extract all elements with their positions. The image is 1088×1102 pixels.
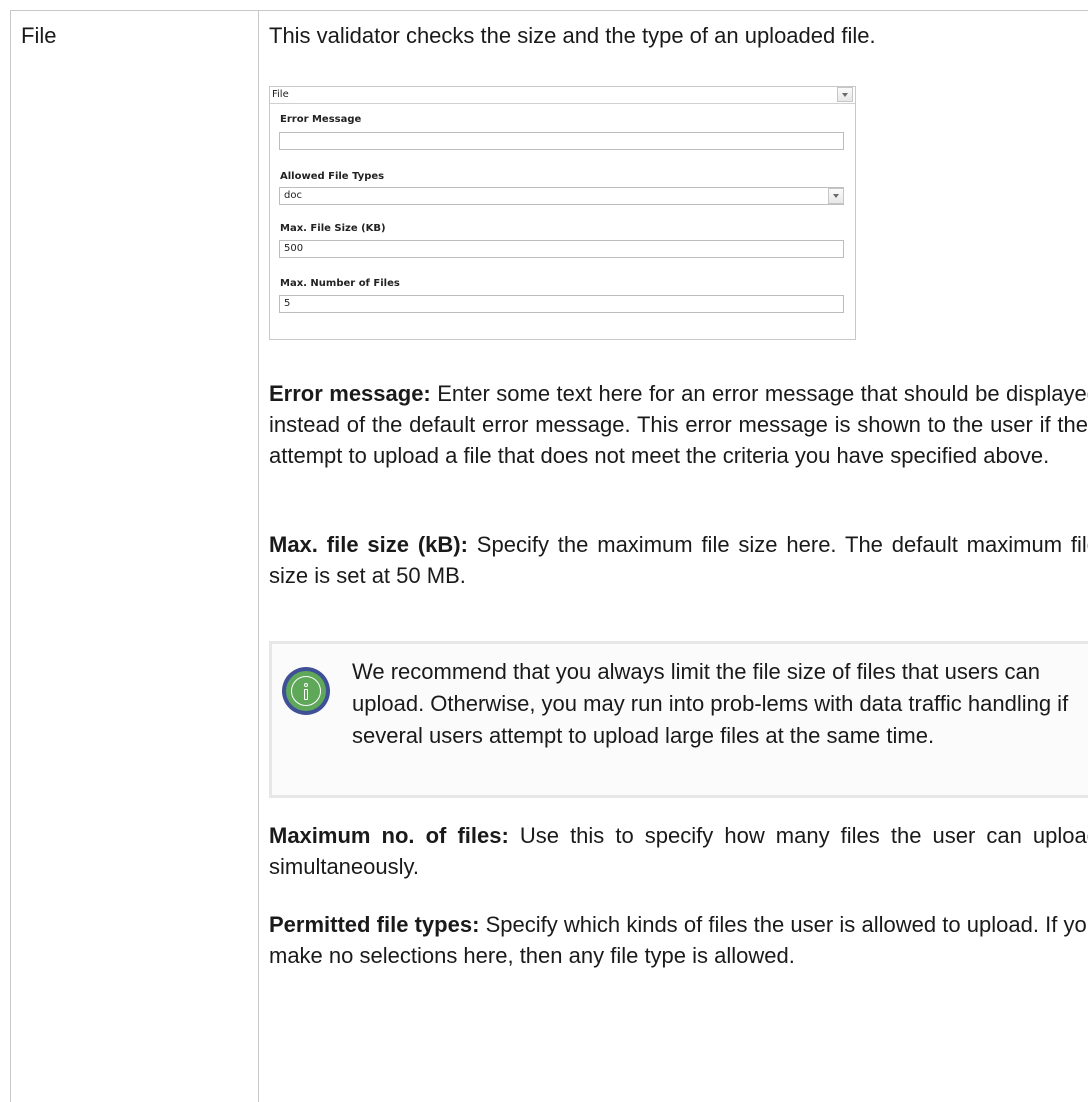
chevron-down-icon[interactable] <box>828 188 844 204</box>
allowed-file-types-select[interactable]: doc <box>279 187 844 205</box>
info-icon <box>282 667 330 715</box>
max-number-files-field[interactable]: 5 <box>279 295 844 313</box>
form-screenshot: File Error Message Allowed File Types do… <box>269 86 856 340</box>
file-types-paragraph: Permitted file types: Specify which kind… <box>269 909 1088 971</box>
max-size-paragraph: Max. file size (kB): Specify the maximum… <box>269 529 1088 591</box>
max-size-term: Max. file size (kB): <box>269 532 468 557</box>
row-content: This validator checks the size and the t… <box>269 21 1088 968</box>
error-message-paragraph: Error message: Enter some text here for … <box>269 378 1088 471</box>
info-icon-dot <box>304 683 308 687</box>
row-label: File <box>21 23 57 48</box>
error-message-term: Error message: <box>269 381 431 406</box>
form-header-title: File <box>272 89 289 100</box>
info-note-text: We recommend that you always limit the f… <box>352 659 1069 748</box>
error-message-label: Error Message <box>280 114 362 125</box>
error-message-field[interactable] <box>279 132 844 150</box>
max-file-size-field[interactable]: 500 <box>279 240 844 258</box>
info-note: We recommend that you always limit the f… <box>269 641 1088 798</box>
max-number-files-label: Max. Number of Files <box>280 278 400 289</box>
chevron-down-icon[interactable] <box>837 87 853 102</box>
file-types-term: Permitted file types: <box>269 912 480 937</box>
intro-text: This validator checks the size and the t… <box>269 23 876 48</box>
allowed-file-types-value: doc <box>284 190 302 201</box>
max-files-term: Maximum no. of files: <box>269 823 509 848</box>
form-header[interactable]: File <box>270 87 855 104</box>
doc-table: File This validator checks the size and … <box>10 10 1088 1102</box>
max-file-size-label: Max. File Size (KB) <box>280 223 386 234</box>
column-divider <box>258 11 259 1102</box>
max-files-paragraph: Maximum no. of files: Use this to specif… <box>269 820 1088 882</box>
allowed-file-types-label: Allowed File Types <box>280 171 385 182</box>
info-icon-bar <box>304 689 308 700</box>
